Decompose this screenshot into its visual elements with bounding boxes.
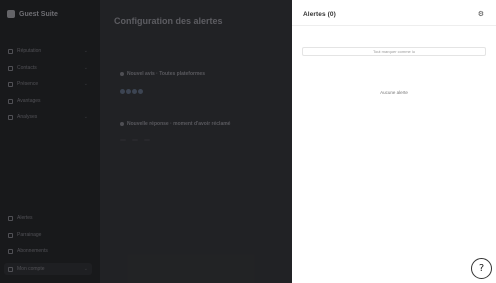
help-button[interactable]: ? xyxy=(471,258,492,279)
mark-all-read-button[interactable]: Tout marquer comme lu xyxy=(302,47,486,56)
empty-state: Aucune alerte xyxy=(380,90,408,95)
divider xyxy=(292,25,496,26)
panel-title: Alertes (0) xyxy=(303,11,336,18)
modal-backdrop[interactable] xyxy=(0,0,292,283)
alerts-panel: Alertes (0) ⚙ Tout marquer comme lu Aucu… xyxy=(292,0,496,283)
help-icon: ? xyxy=(478,263,485,274)
gear-icon[interactable]: ⚙ xyxy=(478,10,484,18)
